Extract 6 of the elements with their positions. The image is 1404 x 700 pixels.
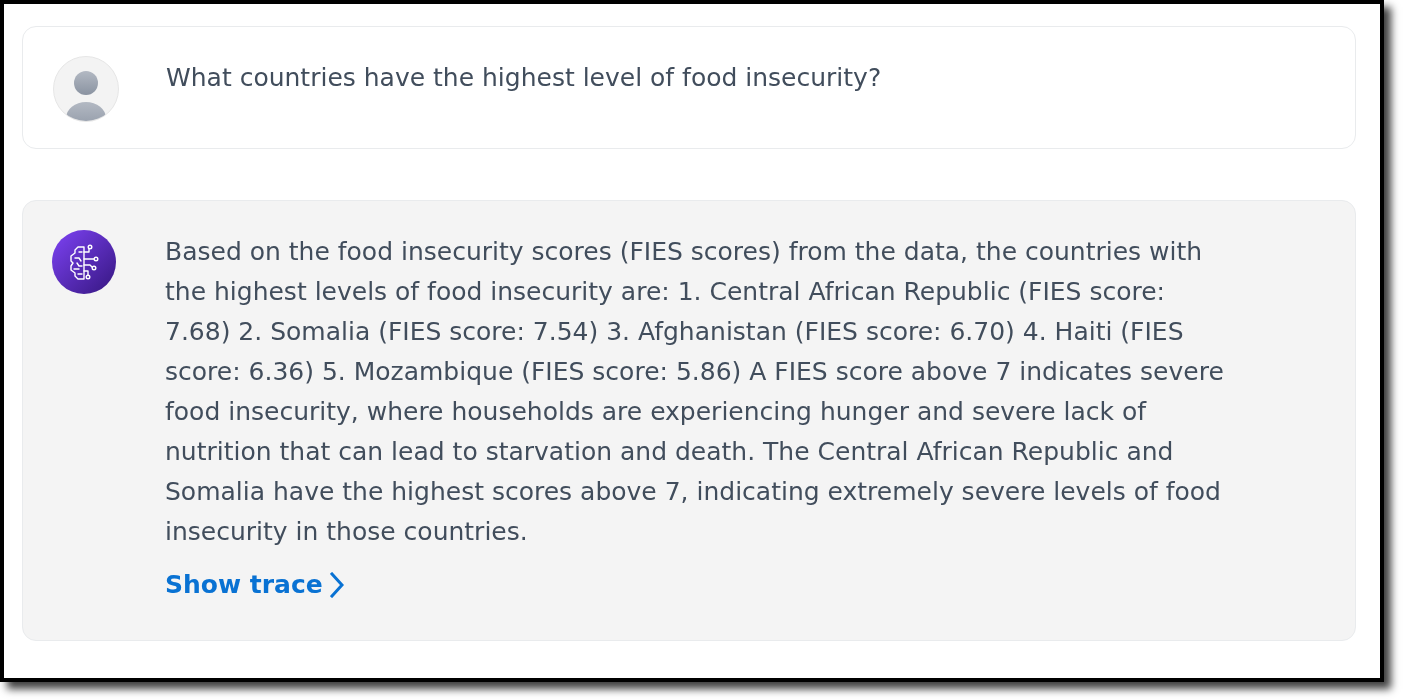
avatar-icon xyxy=(53,56,119,122)
brain-circuit-icon xyxy=(52,230,116,294)
question-text: What countries have the highest level of food insecurity? xyxy=(166,62,882,94)
show-trace-link[interactable]: Show trace xyxy=(165,565,344,605)
answer-text: Based on the food insecurity scores (FIES scores) from the data, the countries with the highest levels of food insecurity are: 1. Central African Republic (FIES score: 7.68) 2. Somalia (FIES score: 7.54) 3. Afghanistan (FIES score: 6.70) 4. Haiti (FIES score: 6.36) 5. Mozambique (FIES score: 5.86) A FIES score above 7 indicates severe food insecurity, where households are experiencing hunger and severe lack of nutrition that can lead to starvation and death. The Central African Republic and Somalia have the highest scores above 7, indicating extremely severe levels of food insecurity in those countries. xyxy=(165,236,1225,548)
chevron-right-icon xyxy=(329,572,344,598)
